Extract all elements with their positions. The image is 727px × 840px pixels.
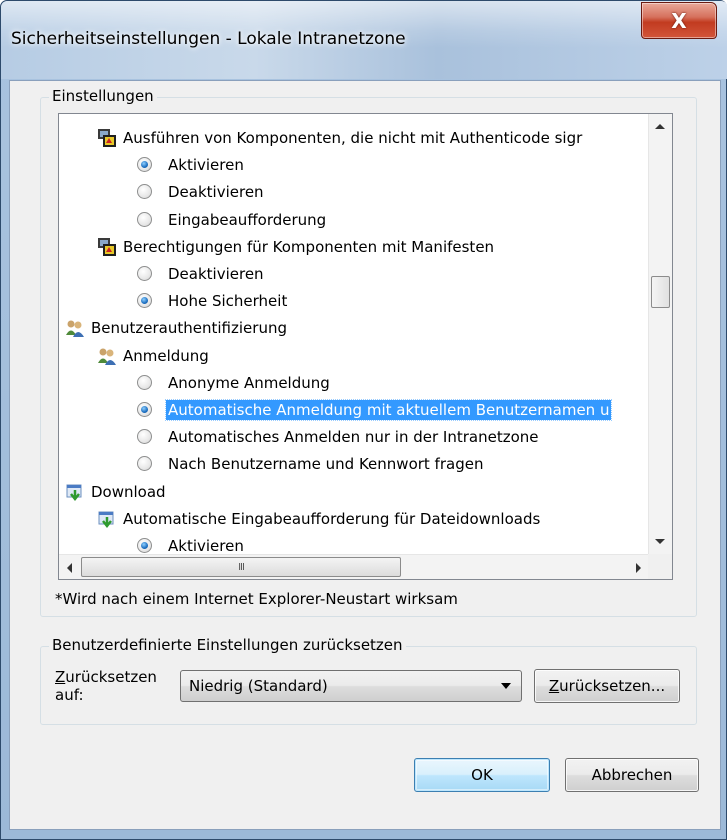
scroll-up-icon[interactable] [655, 124, 665, 129]
radio-unchecked-icon[interactable] [137, 184, 152, 199]
chevron-down-icon[interactable] [501, 683, 511, 689]
setting-label: Aktivieren [168, 155, 244, 174]
setting-item: Ausführen von Komponenten, die nicht mit… [97, 124, 584, 151]
setting-label: Automatisches Anmelden nur in der Intran… [168, 427, 539, 446]
setting-option[interactable]: Automatische Anmeldung mit aktuellem Ben… [137, 396, 613, 423]
setting-label: Eingabeaufforderung [168, 210, 327, 229]
scroll-left-icon[interactable] [67, 563, 72, 573]
setting-label: Anmeldung [123, 346, 209, 365]
setting-option[interactable]: Aktivieren [137, 151, 246, 178]
reset-level-select[interactable]: Niedrig (Standard) [180, 670, 522, 702]
setting-option[interactable]: Hohe Sicherheit [137, 287, 289, 314]
reset-button[interactable]: Zurücksetzen... [534, 669, 680, 703]
scrollbar-corner [648, 554, 672, 579]
reset-button-label: urücksetzen... [559, 677, 666, 695]
setting-option[interactable]: Automatisches Anmelden nur in der Intran… [137, 423, 541, 450]
setting-item: Automatische Eingabeaufforderung für Dat… [97, 505, 542, 532]
cancel-button-label: Abbrechen [591, 766, 673, 784]
radio-unchecked-icon[interactable] [137, 212, 152, 227]
setting-category: Download [65, 478, 168, 505]
setting-label: Deaktivieren [168, 182, 264, 201]
title-bar[interactable]: Sicherheitseinstellungen - Lokale Intran… [1, 1, 727, 79]
vertical-scroll-thumb[interactable] [651, 276, 670, 308]
setting-label: Automatische Eingabeaufforderung für Dat… [123, 509, 541, 528]
setting-label: Hohe Sicherheit [168, 291, 288, 310]
horizontal-scroll-thumb[interactable]: III [81, 557, 401, 577]
settings-tree[interactable]: Ausführen von Komponenten, die nicht mit… [58, 113, 673, 580]
download-icon [97, 509, 117, 529]
radio-checked-icon[interactable] [137, 538, 152, 553]
setting-category: Benutzerauthentifizierung [65, 314, 289, 341]
users-icon [65, 318, 85, 338]
restart-note: *Wird nach einem Internet Explorer-Neust… [55, 590, 458, 608]
setting-label: Aktivieren [168, 536, 244, 555]
setting-option[interactable]: Nach Benutzername und Kennwort fragen [137, 450, 485, 477]
download-icon [65, 482, 85, 502]
radio-checked-icon[interactable] [137, 157, 152, 172]
setting-option[interactable]: Deaktivieren [137, 260, 266, 287]
reset-level-label: Zurücksetzen auf: [55, 668, 157, 704]
setting-label: Deaktivieren [168, 264, 264, 283]
setting-label: Nach Benutzername und Kennwort fragen [168, 454, 484, 473]
radio-unchecked-icon[interactable] [137, 266, 152, 281]
setting-label: Download [91, 482, 166, 501]
setting-label: Benutzerauthentifizierung [91, 318, 287, 337]
close-icon: X [671, 8, 687, 33]
radio-unchecked-icon[interactable] [137, 375, 152, 390]
setting-item: Anmeldung [97, 342, 211, 369]
scroll-right-icon[interactable] [636, 563, 641, 573]
reset-group-legend: Benutzerdefinierte Einstellungen zurücks… [49, 636, 406, 654]
reset-label-accel: Z [55, 668, 66, 686]
reset-button-accel: Z [548, 677, 560, 695]
users-icon [97, 346, 117, 366]
setting-option[interactable]: Deaktivieren [137, 178, 266, 205]
component-settings-icon [97, 237, 117, 257]
close-button[interactable]: X [641, 2, 717, 39]
window-title: Sicherheitseinstellungen - Lokale Intran… [11, 29, 406, 49]
setting-label: Ausführen von Komponenten, die nicht mit… [123, 128, 583, 147]
vertical-scrollbar[interactable] [648, 114, 672, 554]
reset-level-value: Niedrig (Standard) [189, 677, 328, 695]
settings-group-legend: Einstellungen [49, 87, 157, 105]
scroll-down-icon[interactable] [655, 539, 665, 544]
radio-unchecked-icon[interactable] [137, 429, 152, 444]
horizontal-scrollbar[interactable]: III [59, 554, 649, 579]
cancel-button[interactable]: Abbrechen [565, 758, 699, 792]
component-settings-icon [97, 128, 117, 148]
setting-option[interactable]: Eingabeaufforderung [137, 206, 328, 233]
radio-checked-icon[interactable] [137, 293, 152, 308]
setting-label: Berechtigungen für Komponenten mit Manif… [123, 237, 495, 256]
reset-label-line2: auf: [55, 686, 84, 704]
scroll-grip-icon: III [238, 561, 245, 573]
radio-checked-icon[interactable] [137, 402, 152, 417]
ok-button-label: OK [471, 766, 493, 784]
setting-item: Berechtigungen für Komponenten mit Manif… [97, 233, 496, 260]
setting-label: Automatische Anmeldung mit aktuellem Ben… [164, 398, 613, 421]
setting-option[interactable]: Anonyme Anmeldung [137, 369, 332, 396]
radio-unchecked-icon[interactable] [137, 456, 152, 471]
reset-label-line1: urücksetzen [65, 668, 157, 686]
setting-label: Anonyme Anmeldung [168, 373, 330, 392]
ok-button[interactable]: OK [414, 758, 550, 792]
